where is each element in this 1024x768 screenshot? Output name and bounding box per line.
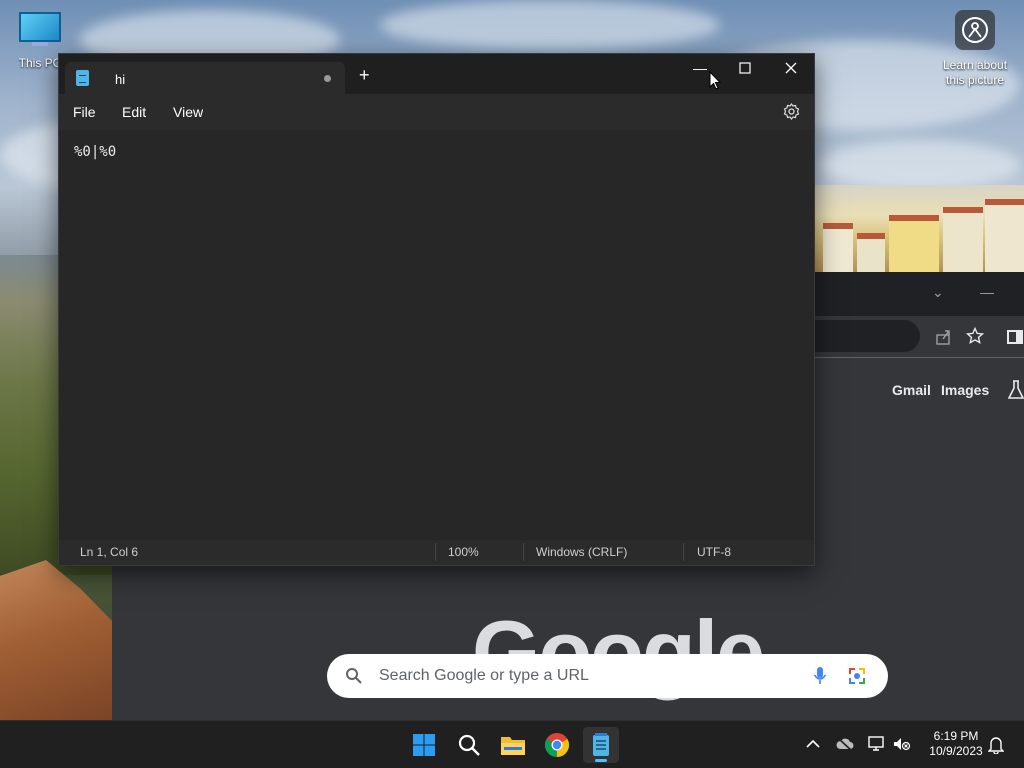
tab-hi[interactable]: hi: [65, 62, 345, 94]
monitor-icon: [19, 12, 61, 42]
maximize-icon: [739, 62, 751, 74]
wallpaper-town: [815, 185, 1024, 273]
camera-info-icon: [955, 10, 995, 50]
chevron-down-icon[interactable]: ⌄: [932, 284, 944, 301]
notepad-text-area[interactable]: %0|%0: [59, 130, 814, 538]
menu-file[interactable]: File: [73, 104, 96, 120]
chrome-icon: [544, 733, 570, 757]
maximize-button[interactable]: [722, 54, 768, 82]
share-icon[interactable]: [934, 328, 952, 346]
start-button[interactable]: [406, 727, 442, 763]
wallpaper-cliff: [0, 560, 115, 720]
mouse-cursor-icon: [709, 71, 721, 90]
search-icon: [458, 734, 480, 756]
desktop-icon-learn-about-picture[interactable]: Learn about this picture: [936, 10, 1014, 88]
notepad-window[interactable]: hi + — File Edit View %0|%0 Ln 1, Col 6 …: [58, 53, 815, 566]
status-line-endings: Windows (CRLF): [536, 545, 628, 559]
status-cursor-position: Ln 1, Col 6: [80, 545, 139, 559]
notepad-taskbar-button[interactable]: [583, 727, 619, 763]
windows-start-icon: [413, 734, 435, 756]
notepad-statusbar: Ln 1, Col 6 100% Windows (CRLF) UTF-8: [59, 540, 814, 565]
images-link[interactable]: Images: [941, 382, 989, 398]
onedrive-cloud-icon[interactable]: [836, 736, 854, 752]
chrome-taskbar-button[interactable]: [539, 727, 575, 763]
network-icon[interactable]: [868, 736, 886, 752]
google-search-box[interactable]: Search Google or type a URL: [327, 654, 888, 698]
file-explorer-button[interactable]: [495, 727, 531, 763]
close-icon: [785, 62, 797, 74]
microphone-icon[interactable]: [813, 666, 827, 686]
side-panel-icon[interactable]: [1006, 328, 1024, 346]
notification-bell-icon[interactable]: [988, 736, 1004, 754]
status-encoding: UTF-8: [697, 545, 731, 559]
notepad-menubar: File Edit View: [59, 94, 814, 130]
editor-text[interactable]: %0|%0: [74, 144, 116, 160]
taskbar-clock[interactable]: 6:19 PM 10/9/2023: [918, 729, 994, 759]
notepad-app-icon: [76, 70, 89, 86]
search-icon: [346, 668, 362, 684]
close-button[interactable]: [768, 54, 814, 82]
tab-title: hi: [115, 72, 126, 87]
notepad-icon: [593, 733, 609, 756]
volume-muted-icon[interactable]: [893, 736, 911, 752]
clock-time: 6:19 PM: [933, 729, 979, 743]
desktop-icon-label: Learn about this picture: [942, 58, 1008, 87]
clock-date: 10/9/2023: [929, 744, 983, 758]
unsaved-indicator[interactable]: [324, 75, 331, 82]
taskbar: 6:19 PM 10/9/2023: [0, 720, 1024, 768]
status-zoom: 100%: [448, 545, 479, 559]
labs-flask-icon[interactable]: [1008, 380, 1024, 400]
bookmark-star-icon[interactable]: [966, 327, 984, 345]
new-tab-button[interactable]: +: [359, 66, 370, 84]
notepad-titlebar[interactable]: hi + —: [59, 54, 814, 94]
search-placeholder: Search Google or type a URL: [379, 667, 589, 684]
settings-gear-icon[interactable]: [783, 103, 800, 120]
menu-view[interactable]: View: [173, 104, 203, 120]
taskbar-search-button[interactable]: [451, 727, 487, 763]
gmail-link[interactable]: Gmail: [892, 382, 931, 398]
minimize-icon[interactable]: —: [980, 284, 994, 300]
show-hidden-icons-chevron-icon[interactable]: [806, 739, 820, 749]
menu-edit[interactable]: Edit: [122, 104, 146, 120]
google-lens-icon[interactable]: [847, 666, 867, 686]
file-explorer-icon: [501, 737, 525, 755]
